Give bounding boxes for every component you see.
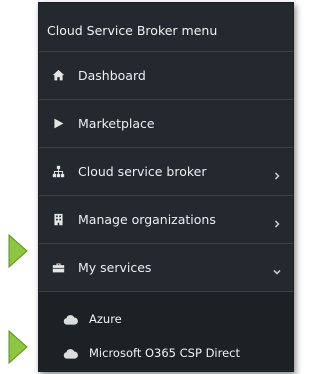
- menu-item-marketplace[interactable]: Marketplace: [39, 100, 293, 148]
- menu-item-label: Marketplace: [78, 116, 155, 131]
- menu-title: Cloud Service Broker menu: [39, 3, 293, 52]
- briefcase-icon: [51, 261, 65, 275]
- submenu-item-label: Microsoft O365 CSP Direct: [89, 346, 240, 360]
- cloud-icon: [63, 313, 79, 325]
- menu-item-label: Manage organizations: [78, 212, 216, 227]
- play-icon: [51, 117, 65, 131]
- cloud-icon: [63, 347, 79, 359]
- submenu-item-label: Azure: [89, 312, 122, 326]
- pointer-arrow-o365: [8, 329, 28, 365]
- my-services-submenu: Azure Microsoft O365 CSP Direct: [39, 292, 293, 370]
- menu-item-manage-organizations[interactable]: Manage organizations: [39, 196, 293, 244]
- chevron-down-icon: [273, 264, 281, 275]
- menu-item-cloud-service-broker[interactable]: Cloud service broker: [39, 148, 293, 196]
- chevron-right-icon: [273, 168, 281, 180]
- chevron-right-icon: [273, 216, 281, 228]
- cloud-service-broker-menu: Cloud Service Broker menu Dashboard Mark…: [38, 2, 294, 372]
- pointer-arrow-my-services: [8, 233, 28, 269]
- menu-item-label: My services: [78, 260, 152, 275]
- submenu-item-azure[interactable]: Azure: [39, 302, 293, 336]
- menu-item-my-services[interactable]: My services: [39, 244, 293, 292]
- menu-item-label: Dashboard: [78, 68, 146, 83]
- menu-item-label: Cloud service broker: [78, 164, 207, 179]
- menu-item-dashboard[interactable]: Dashboard: [39, 52, 293, 100]
- home-icon: [51, 69, 65, 83]
- building-icon: [51, 213, 65, 227]
- sitemap-icon: [51, 165, 65, 179]
- submenu-item-microsoft-o365-csp-direct[interactable]: Microsoft O365 CSP Direct: [39, 336, 293, 370]
